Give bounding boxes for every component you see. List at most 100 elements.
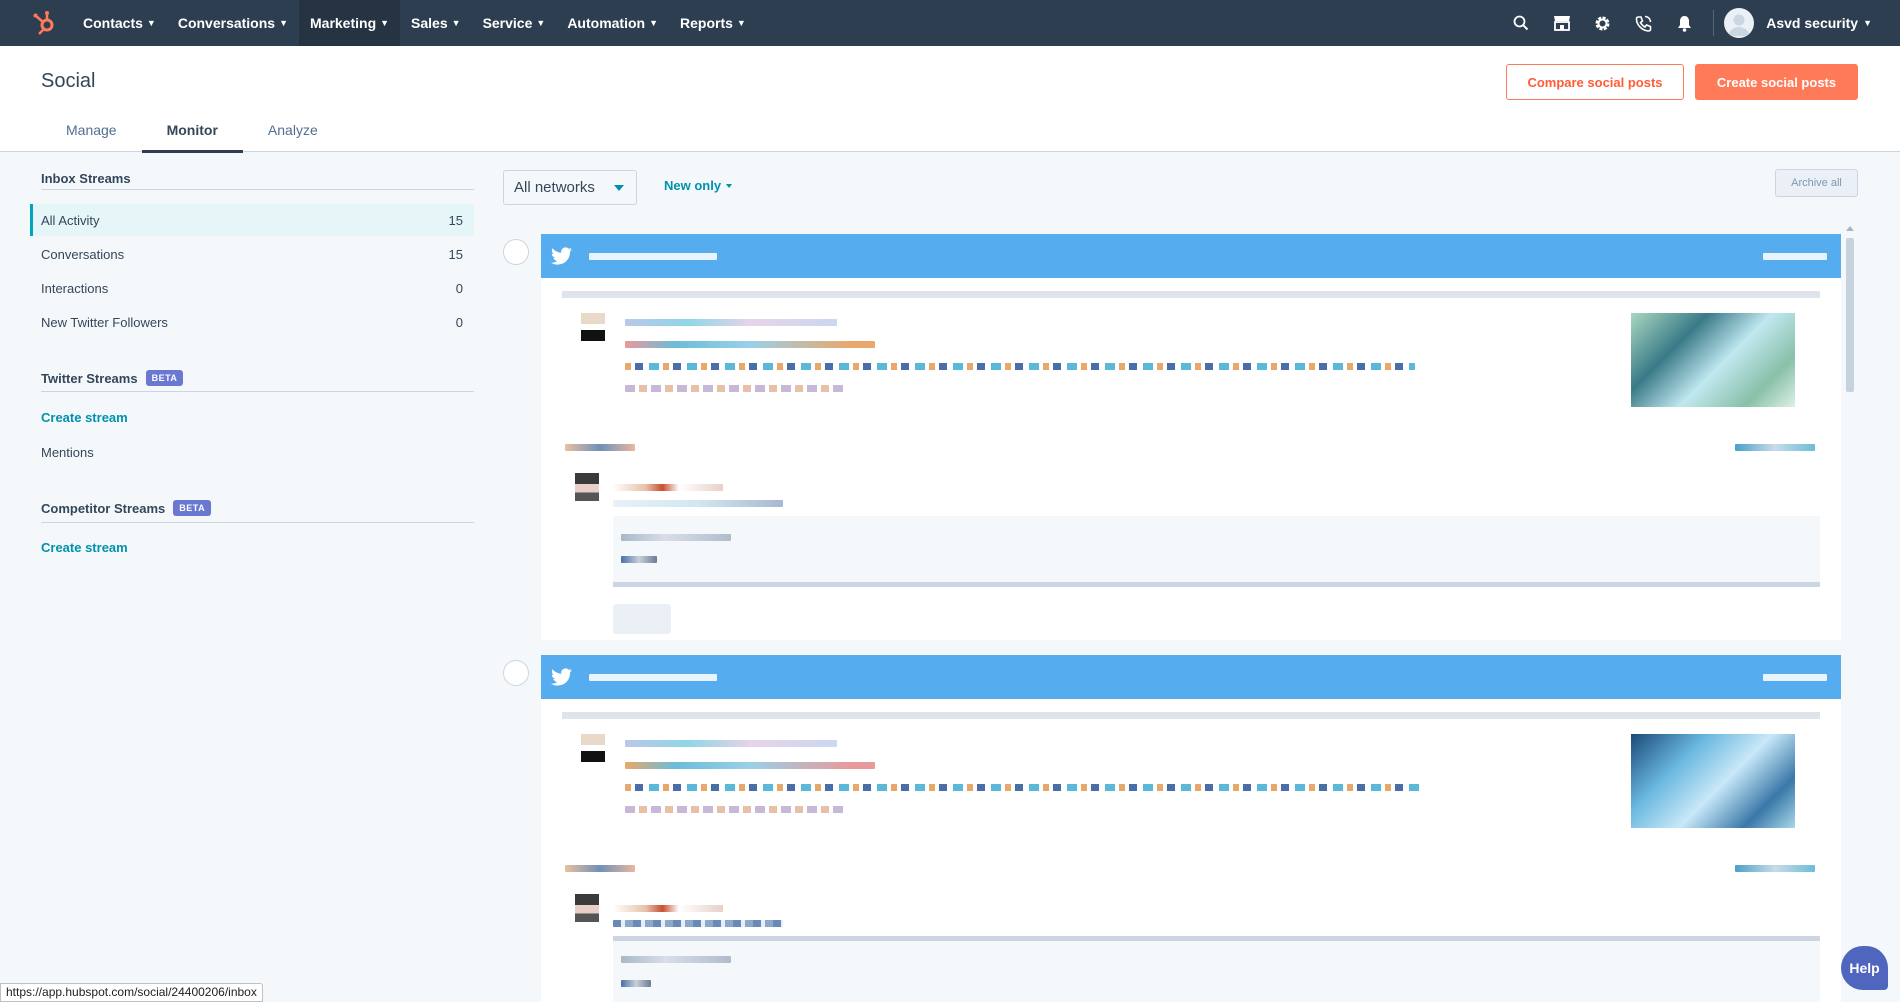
tab-analyze[interactable]: Analyze xyxy=(243,108,343,152)
twitter-icon xyxy=(551,668,572,686)
stream-conversations[interactable]: Conversations 15 xyxy=(30,238,474,270)
network-filter-dropdown[interactable]: All networks xyxy=(503,170,637,205)
nav-label: Contacts xyxy=(83,15,143,31)
create-social-posts-button[interactable]: Create social posts xyxy=(1695,64,1858,100)
select-post-checkbox[interactable] xyxy=(503,660,529,686)
redacted-author xyxy=(625,740,837,747)
stream-count: 15 xyxy=(448,246,463,262)
new-only-label: New only xyxy=(664,178,722,193)
nav-label: Service xyxy=(482,15,533,31)
redacted-timestamp xyxy=(1735,444,1815,451)
search-icon[interactable] xyxy=(1500,0,1541,46)
status-bar-url: https://app.hubspot.com/social/24400206/… xyxy=(0,983,263,1002)
notifications-icon[interactable] xyxy=(1664,0,1705,46)
redacted-comment xyxy=(613,500,783,507)
redacted-post-text xyxy=(625,341,875,348)
section-title-text: Competitor Streams xyxy=(41,500,166,516)
stream-interactions[interactable]: Interactions 0 xyxy=(30,272,474,304)
redacted-timestamp xyxy=(1735,865,1815,872)
page-header: Social Manage Monitor Analyze Compare so… xyxy=(0,46,1900,153)
divider xyxy=(562,712,1820,719)
compare-social-posts-button[interactable]: Compare social posts xyxy=(1506,64,1684,100)
post-image-thumbnail[interactable] xyxy=(1631,313,1795,407)
redacted-reply-text xyxy=(621,956,731,963)
redacted-post-text xyxy=(625,806,845,813)
avatar xyxy=(581,313,605,341)
new-only-filter[interactable]: New only xyxy=(664,178,733,193)
nav-label: Sales xyxy=(411,15,448,31)
card-header xyxy=(541,655,1841,699)
competitor-create-stream-link[interactable]: Create stream xyxy=(41,540,128,555)
redacted-comment xyxy=(613,920,783,927)
divider xyxy=(613,936,1820,941)
stream-all-activity[interactable]: All Activity 15 xyxy=(30,204,474,236)
stream-label: All Activity xyxy=(41,212,100,228)
marketplace-icon[interactable] xyxy=(1541,0,1582,46)
account-name: Asvd security xyxy=(1766,15,1859,31)
hubspot-logo-icon[interactable] xyxy=(32,10,58,36)
avatar xyxy=(575,473,599,501)
nav-sales[interactable]: Sales ▼ xyxy=(400,0,472,46)
stream-mentions[interactable]: Mentions xyxy=(41,445,94,460)
chevron-down-icon: ▼ xyxy=(536,18,546,28)
nav-right-tools: Asvd security ▼ xyxy=(1500,0,1900,46)
redacted-post-text xyxy=(625,363,1415,370)
nav-label: Marketing xyxy=(310,15,377,31)
redacted-post-text xyxy=(625,385,845,392)
page-title: Social xyxy=(41,70,96,92)
calling-icon[interactable] xyxy=(1623,0,1664,46)
scrollbar-thumb[interactable] xyxy=(1846,238,1854,392)
chevron-down-icon: ▼ xyxy=(279,18,288,28)
chevron-down-icon: ▼ xyxy=(1863,18,1872,28)
inbox-streams-title: Inbox Streams xyxy=(41,171,131,186)
nav-automation[interactable]: Automation ▼ xyxy=(556,0,669,46)
post-image-thumbnail[interactable] xyxy=(1631,734,1795,828)
avatar xyxy=(575,894,599,922)
redacted-timestamp xyxy=(1763,253,1827,260)
section-title-text: Inbox Streams xyxy=(41,171,131,186)
tab-manage[interactable]: Manage xyxy=(41,108,142,152)
tab-monitor[interactable]: Monitor xyxy=(141,108,244,153)
redacted-reply-text xyxy=(621,556,657,563)
chevron-down-icon: ▼ xyxy=(146,18,156,28)
nav-conversations[interactable]: Conversations ▼ xyxy=(167,0,299,46)
caret-down-icon xyxy=(614,184,624,191)
content-scrollbar[interactable] xyxy=(1843,226,1857,1002)
help-button[interactable]: Help xyxy=(1841,946,1888,990)
settings-icon[interactable] xyxy=(1582,0,1623,46)
redacted-post-text xyxy=(625,762,875,769)
divider xyxy=(41,522,474,523)
nav-reports[interactable]: Reports ▼ xyxy=(669,0,757,46)
competitor-streams-title: Competitor Streams BETA xyxy=(41,500,212,516)
chevron-down-icon: ▼ xyxy=(649,18,658,28)
chevron-down-icon: ▼ xyxy=(736,18,746,28)
stream-label: Conversations xyxy=(41,246,125,262)
twitter-icon xyxy=(551,247,572,265)
avatar xyxy=(1724,8,1755,38)
scroll-up-arrow-icon[interactable] xyxy=(1846,226,1854,231)
redacted-stream-name xyxy=(589,253,717,260)
stream-count: 15 xyxy=(448,212,463,228)
divider xyxy=(613,582,1820,587)
divider xyxy=(41,391,474,392)
stream-count: 0 xyxy=(455,280,463,296)
stream-label: New Twitter Followers xyxy=(41,314,168,330)
nav-service[interactable]: Service ▼ xyxy=(472,0,557,46)
redacted-author xyxy=(625,319,837,326)
redacted-author xyxy=(613,484,723,491)
divider xyxy=(41,189,474,190)
nav-label: Reports xyxy=(680,15,733,31)
twitter-create-stream-link[interactable]: Create stream xyxy=(41,410,128,425)
reply-action-button[interactable] xyxy=(613,604,671,634)
nav-marketing[interactable]: Marketing ▼ xyxy=(299,0,401,46)
tab-bar: Manage Monitor Analyze xyxy=(41,108,343,153)
nav-contacts[interactable]: Contacts ▼ xyxy=(72,0,167,46)
stream-count: 0 xyxy=(455,314,463,330)
redacted-stream-name xyxy=(589,674,717,681)
reply-preview xyxy=(613,516,1820,586)
stream-new-twitter-followers[interactable]: New Twitter Followers 0 xyxy=(30,306,474,338)
select-post-checkbox[interactable] xyxy=(503,239,529,265)
archive-all-button[interactable]: Archive all xyxy=(1775,169,1858,197)
chevron-down-icon: ▼ xyxy=(451,18,461,28)
account-menu[interactable]: Asvd security ▼ xyxy=(1724,8,1900,38)
